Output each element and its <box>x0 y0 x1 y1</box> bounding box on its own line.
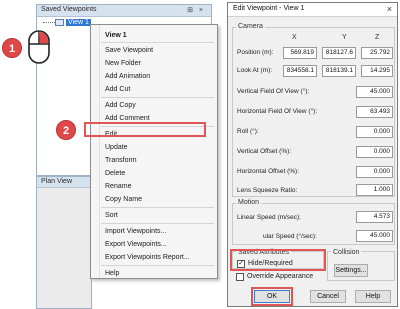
edit-viewpoint-dialog: Edit Viewpoint - View 1 × Camera X Y Z P… <box>227 2 398 307</box>
plan-view-panel: Plan View <box>36 176 92 309</box>
mouse-right-click-icon <box>28 30 50 64</box>
menu-item-help[interactable]: Help <box>105 269 119 278</box>
ok-highlight-box <box>251 287 293 306</box>
viewpoint-tree: View 1 <box>43 19 91 26</box>
menu-item-delete[interactable]: Delete <box>105 169 125 178</box>
edit-highlight-box <box>84 122 206 137</box>
roll-field[interactable]: 0.000 <box>356 126 393 138</box>
saved-viewpoints-title: Saved Viewpoints <box>37 5 211 17</box>
column-header-y: Y <box>342 34 347 41</box>
lens-squeeze-field[interactable]: 1.000 <box>356 184 393 196</box>
vfov-label: Vertical Field Of View (°): <box>237 88 310 95</box>
override-appearance-checkbox[interactable] <box>236 273 244 281</box>
menu-separator <box>101 207 214 208</box>
vertical-offset-label: Vertical Offset (%): <box>237 148 292 155</box>
horizontal-offset-label: Horizontal Offset (%): <box>237 168 300 175</box>
menu-item-new-folder[interactable]: New Folder <box>105 59 141 68</box>
menu-item-rename[interactable]: Rename <box>105 182 131 191</box>
override-appearance-label: Override Appearance <box>247 273 314 280</box>
vfov-field[interactable]: 45.000 <box>356 86 393 98</box>
menu-item-update[interactable]: Update <box>105 143 128 152</box>
menu-item-add-animation[interactable]: Add Animation <box>105 72 150 81</box>
menu-separator <box>101 97 214 98</box>
menu-item-export-viewpoints-report[interactable]: Export Viewpoints Report... <box>105 253 190 262</box>
dialog-titlebar: Edit Viewpoint - View 1 × <box>228 3 397 17</box>
look-at-x-field[interactable]: 834558.1 <box>283 65 317 77</box>
menu-item-add-copy[interactable]: Add Copy <box>105 101 136 110</box>
position-z-field[interactable]: 25.792 <box>361 47 393 59</box>
linear-speed-field[interactable]: 4.573 <box>356 211 393 223</box>
camera-group: Camera X Y Z Position (m): 569.819 81812… <box>232 23 395 197</box>
menu-item-import-viewpoints[interactable]: Import Viewpoints... <box>105 227 166 236</box>
tree-item-view-1[interactable]: View 1 <box>66 19 91 26</box>
context-menu: View 1 Save Viewpoint New Folder Add Ani… <box>90 24 218 279</box>
angular-speed-label: ular Speed (°/sec): <box>263 233 317 240</box>
look-at-label: Look At (m): <box>237 67 273 74</box>
position-label: Position (m): <box>237 49 274 56</box>
menu-separator <box>101 223 214 224</box>
dialog-title: Edit Viewpoint - View 1 <box>233 5 305 12</box>
menu-item-add-cut[interactable]: Add Cut <box>105 85 130 94</box>
menu-item-save-viewpoint[interactable]: Save Viewpoint <box>105 46 153 55</box>
column-header-z: Z <box>375 34 380 41</box>
menu-item-export-viewpoints[interactable]: Export Viewpoints... <box>105 240 167 249</box>
close-icon[interactable]: × <box>387 4 392 14</box>
menu-item-transform[interactable]: Transform <box>105 156 137 165</box>
menu-separator <box>101 265 214 266</box>
linear-speed-label: Linear Speed (m/sec): <box>237 214 301 221</box>
menu-separator <box>101 42 214 43</box>
position-y-field[interactable]: 818127.6 <box>322 47 356 59</box>
roll-label: Roll (°): <box>237 128 259 135</box>
help-button[interactable]: Help <box>355 290 391 303</box>
panel-controls-icon[interactable]: ⊞ × <box>187 6 205 14</box>
hfov-field[interactable]: 63.493 <box>356 106 393 118</box>
motion-group: Motion Linear Speed (m/sec): 4.573 ular … <box>232 199 395 245</box>
step-badge-2: 2 <box>56 120 76 140</box>
column-header-x: X <box>292 34 297 41</box>
horizontal-offset-field[interactable]: 0.000 <box>356 166 393 178</box>
collision-group: Collision Settings... <box>327 249 395 281</box>
menu-item-sort[interactable]: Sort <box>105 211 118 220</box>
tree-connector <box>43 22 55 23</box>
vertical-offset-field[interactable]: 0.000 <box>356 146 393 158</box>
collision-label: Collision <box>331 249 362 256</box>
menu-item-copy-name[interactable]: Copy Name <box>105 195 142 204</box>
menu-header-view-1: View 1 <box>105 32 127 39</box>
saved-attributes-highlight-box <box>230 249 326 271</box>
motion-group-label: Motion <box>236 199 262 206</box>
cancel-button[interactable]: Cancel <box>310 290 346 303</box>
camera-group-label: Camera <box>236 23 265 30</box>
look-at-y-field[interactable]: 818139.1 <box>322 65 356 77</box>
plan-view-title: Plan View <box>37 177 91 188</box>
collision-settings-button[interactable]: Settings... <box>334 264 368 277</box>
step-badge-1: 1 <box>2 38 22 58</box>
position-x-field[interactable]: 569.819 <box>283 47 317 59</box>
viewpoint-icon <box>55 19 64 26</box>
hfov-label: Horizontal Field Of View (°): <box>237 108 318 115</box>
look-at-z-field[interactable]: 14.295 <box>361 65 393 77</box>
lens-squeeze-label: Lens Squeeze Ratio: <box>237 187 298 194</box>
angular-speed-field[interactable]: 45.000 <box>356 230 393 242</box>
